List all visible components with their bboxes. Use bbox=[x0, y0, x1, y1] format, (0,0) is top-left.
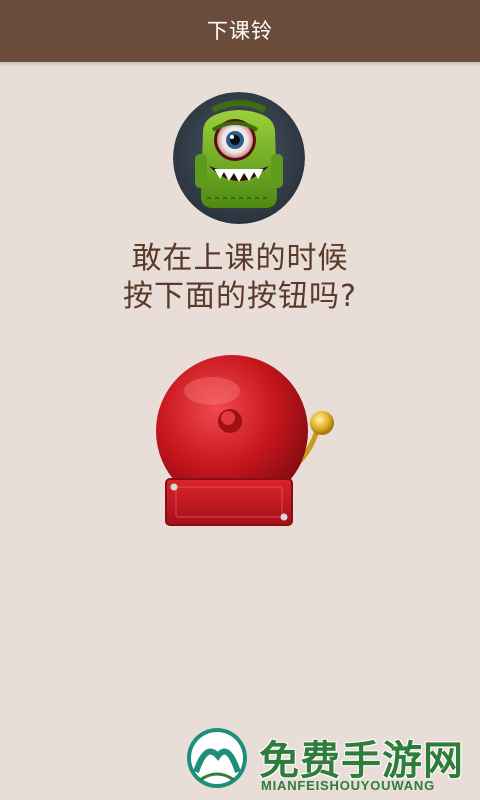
bell-button[interactable] bbox=[150, 345, 350, 535]
mianfei-logo-icon bbox=[187, 728, 247, 788]
avatar bbox=[173, 92, 305, 224]
school-bell-icon bbox=[156, 355, 334, 526]
watermark: 免费手游网 MIANFEISHOUYOUWANG bbox=[184, 722, 474, 797]
prompt-line-1: 敢在上课的时候 bbox=[131, 241, 349, 276]
page-title: 下课铃 bbox=[207, 19, 273, 43]
prompt-line-2: 按下面的按钮吗? bbox=[123, 279, 357, 314]
title-bar: 下课铃 bbox=[0, 0, 480, 62]
watermark-subtitle: MIANFEISHOUYOUWANG bbox=[261, 778, 436, 793]
one-eyed-monster-icon bbox=[173, 92, 305, 224]
prompt-text: 敢在上课的时候 按下面的按钮吗? bbox=[0, 240, 480, 316]
